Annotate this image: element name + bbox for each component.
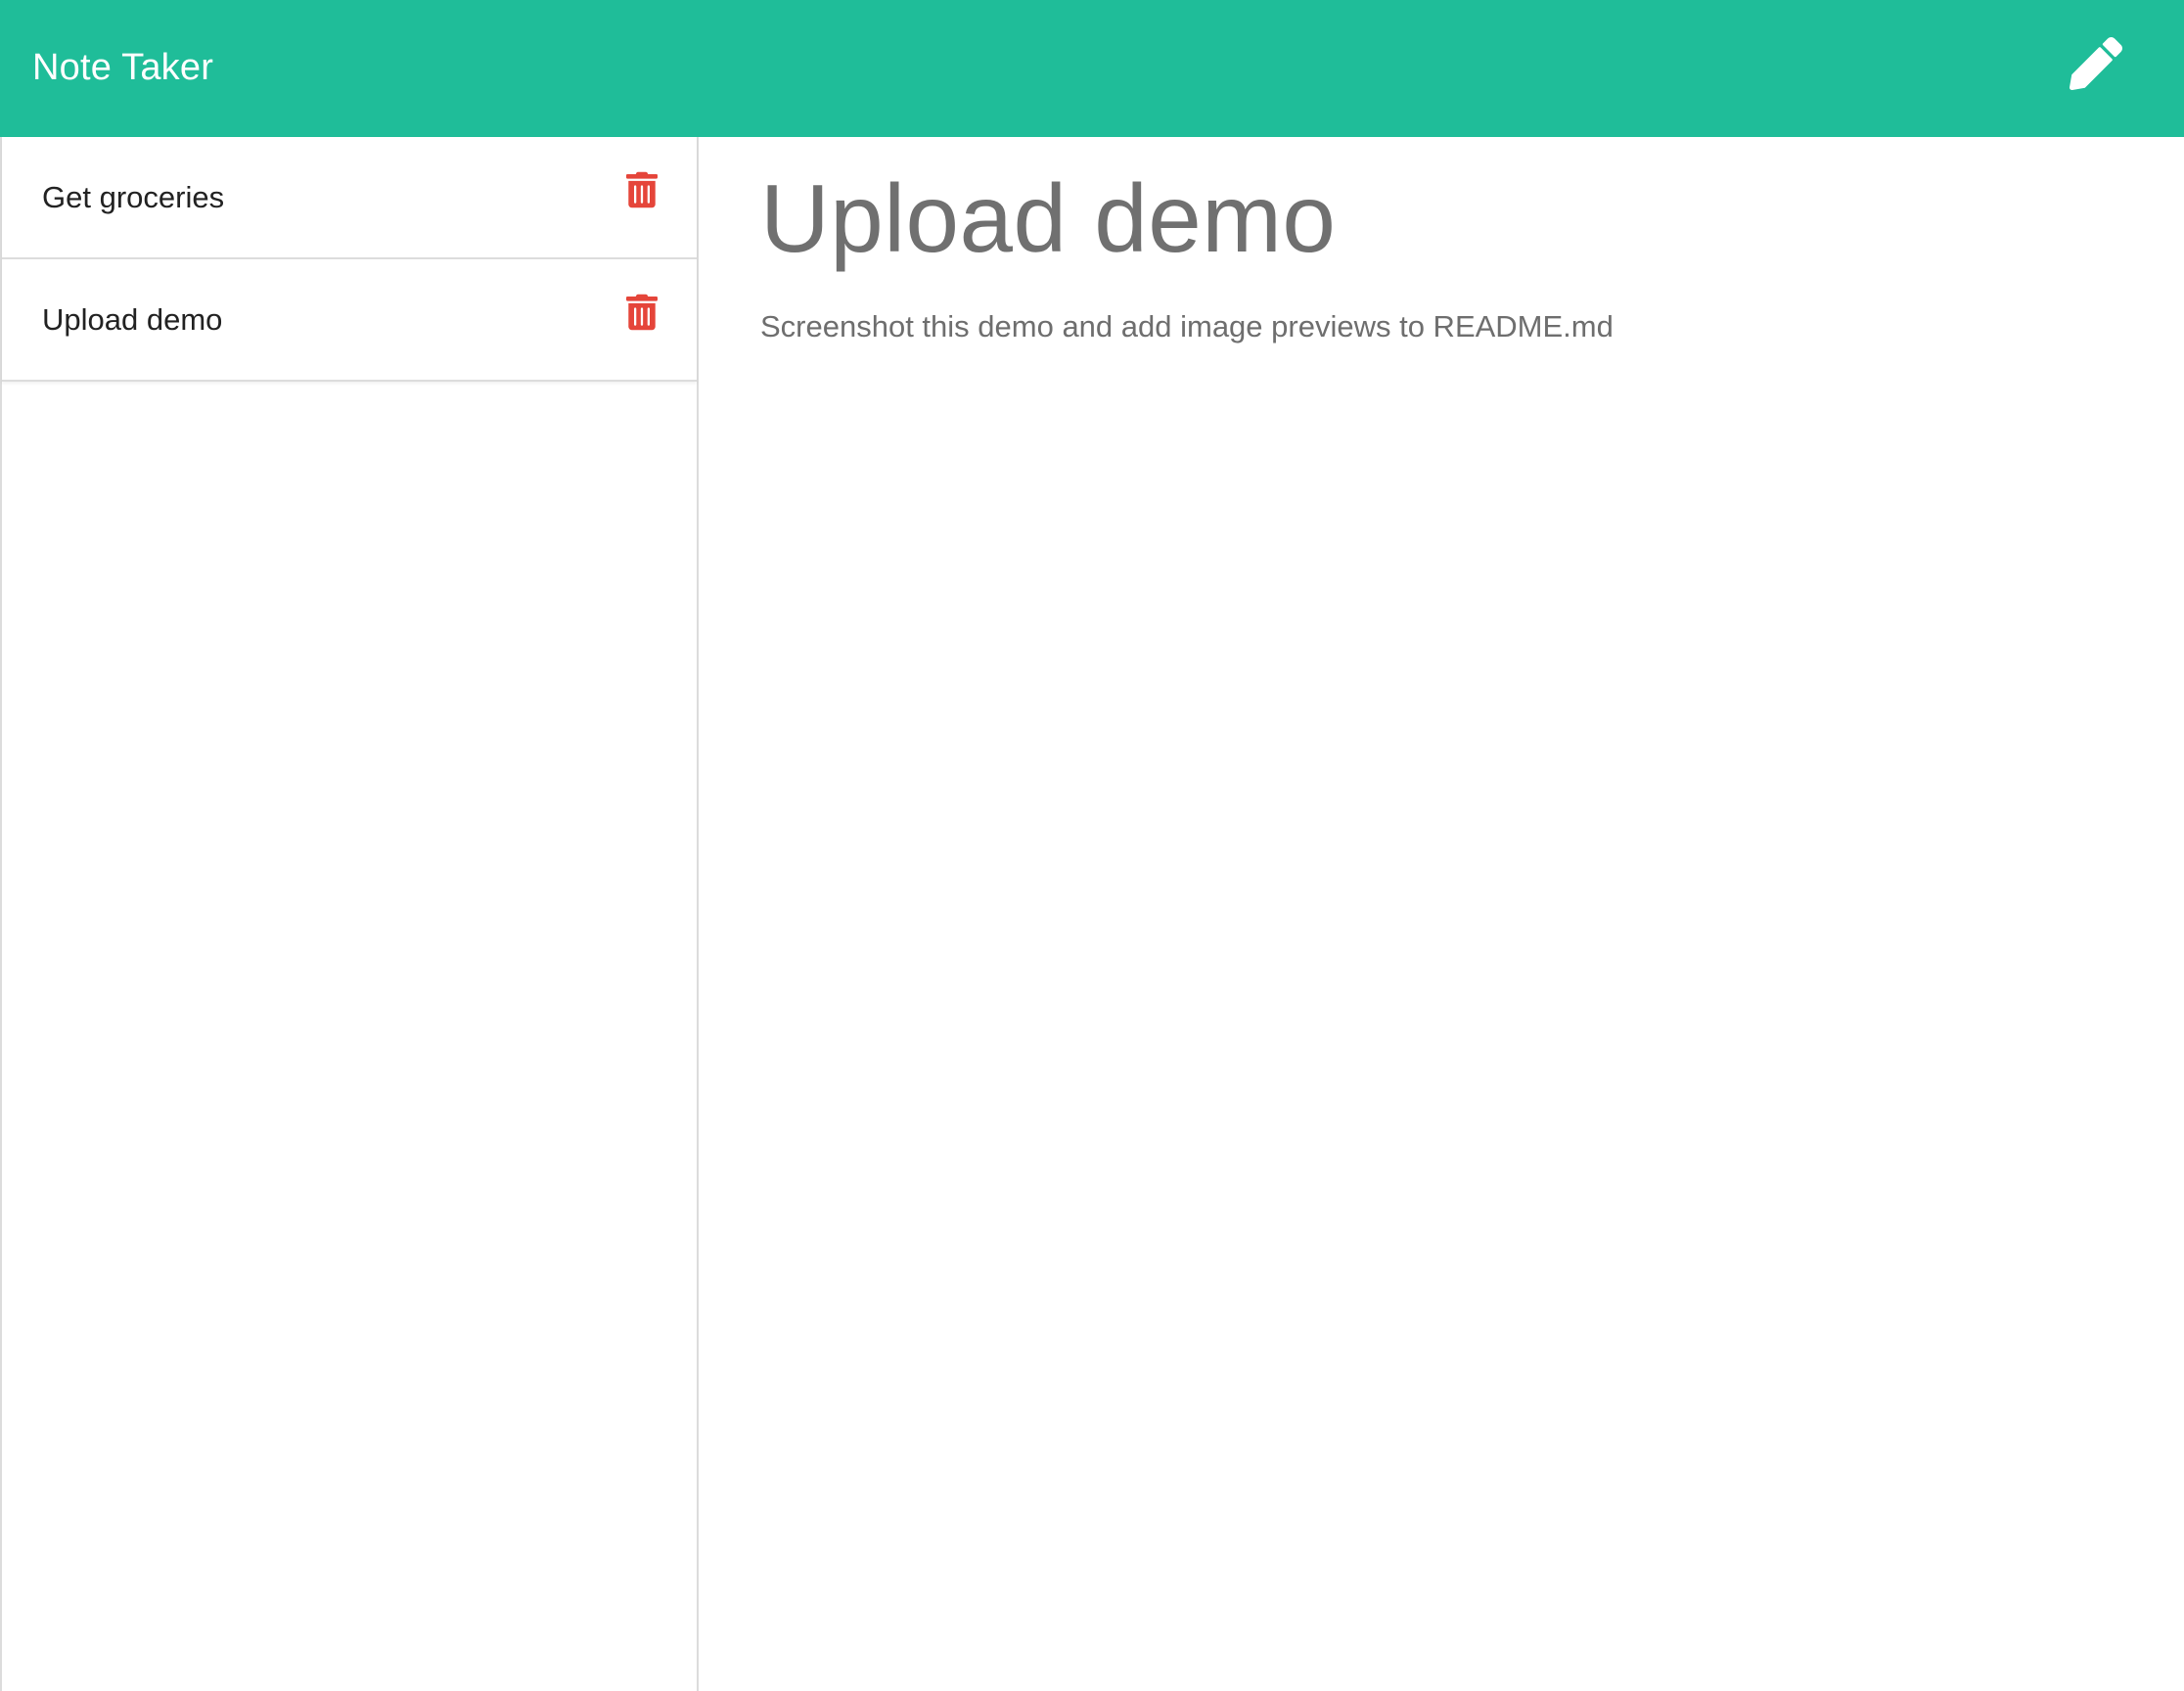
navbar: Note Taker <box>0 0 2184 137</box>
note-list-item[interactable]: Upload demo <box>2 259 697 380</box>
app-title[interactable]: Note Taker <box>32 47 213 89</box>
note-title-field[interactable]: Upload demo <box>760 160 2184 266</box>
note-item-title: Upload demo <box>42 301 223 337</box>
notes-sidebar: Get groceries Upload demo <box>0 137 699 1691</box>
note-list-item[interactable]: Get groceries <box>2 137 697 259</box>
note-list: Get groceries Upload demo <box>2 137 697 382</box>
delete-note-button[interactable] <box>622 171 661 214</box>
note-item-title: Get groceries <box>42 179 225 214</box>
pencil-icon <box>2070 37 2122 95</box>
note-editor: Upload demo Screenshot this demo and add… <box>699 137 2184 1691</box>
note-text-field[interactable]: Screenshot this demo and add image previ… <box>760 307 2184 346</box>
trash-icon <box>626 171 658 213</box>
trash-icon <box>626 294 658 336</box>
delete-note-button[interactable] <box>622 294 661 337</box>
new-note-button[interactable] <box>2065 35 2127 98</box>
